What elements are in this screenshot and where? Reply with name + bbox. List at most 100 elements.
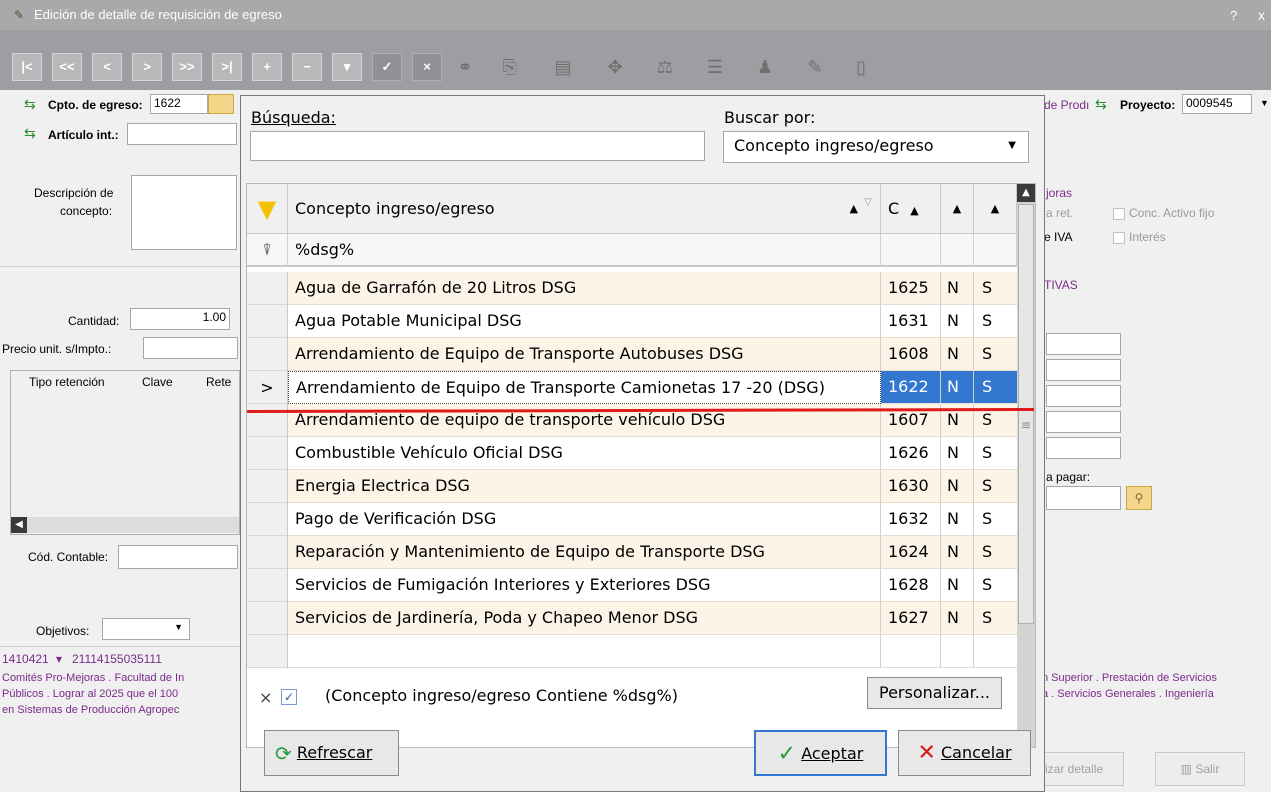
col-header-concepto[interactable]: Concepto ingreso/egreso ▲ ▽ — [288, 184, 881, 234]
proyecto-chevron-icon[interactable]: ▼ — [1260, 98, 1269, 108]
cell-n[interactable]: N — [941, 305, 974, 338]
cell-concepto[interactable] — [288, 635, 881, 668]
cell-s[interactable]: S — [974, 371, 1017, 404]
right-input-3[interactable] — [1046, 385, 1121, 407]
right-input-5[interactable] — [1046, 437, 1121, 459]
col-header-n[interactable]: ▲ — [941, 184, 974, 234]
cancelar-button[interactable]: ✕ Cancelar — [898, 730, 1031, 776]
filter-icon[interactable]: ▼ — [247, 184, 288, 234]
right-input-2[interactable] — [1046, 359, 1121, 381]
personalizar-button[interactable]: Personalizar... — [867, 677, 1002, 709]
next-page-button[interactable]: >> — [172, 53, 202, 81]
salir-button[interactable]: ▥ Salir — [1155, 752, 1245, 786]
close-button[interactable]: x — [1258, 7, 1265, 23]
concepto-lookup-icon[interactable] — [208, 94, 234, 114]
row-selector[interactable] — [247, 272, 288, 305]
row-selector[interactable] — [247, 635, 288, 668]
cell-concepto[interactable]: Agua de Garrafón de 20 Litros DSG — [288, 272, 881, 305]
cantidad-input[interactable]: 1.00 — [130, 308, 230, 330]
scroll-left-icon[interactable]: ◀ — [11, 517, 27, 533]
filter-row-n[interactable] — [941, 234, 974, 267]
row-selector[interactable]: > — [247, 371, 288, 404]
clear-filter-icon[interactable]: × — [259, 688, 272, 707]
table-row[interactable]: Servicios de Jardinería, Poda y Chapeo M… — [247, 602, 1017, 635]
cell-n[interactable]: N — [941, 503, 974, 536]
retenciones-grid[interactable]: Tipo retención Clave Rete ◀ — [10, 370, 240, 535]
row-selector[interactable] — [247, 536, 288, 569]
cell-s[interactable]: S — [974, 602, 1017, 635]
table-row[interactable]: Reparación y Mantenimiento de Equipo de … — [247, 536, 1017, 569]
articulo-input[interactable] — [127, 123, 237, 145]
cod-contable-input[interactable] — [118, 545, 238, 569]
grid-scrollbar[interactable]: ▲ ≡ — [1017, 184, 1035, 747]
cell-n[interactable]: N — [941, 272, 974, 305]
ret-scrollbar[interactable]: ◀ — [11, 517, 239, 533]
table-row[interactable]: Agua Potable Municipal DSG 1631 N S — [247, 305, 1017, 338]
a-pagar-input[interactable] — [1046, 486, 1121, 510]
cell-s[interactable] — [974, 635, 1017, 668]
row-selector[interactable] — [247, 602, 288, 635]
filter-enabled-checkbox[interactable]: ✓ — [281, 689, 297, 705]
cell-clave[interactable]: 1631 — [881, 305, 941, 338]
cell-n[interactable]: N — [941, 338, 974, 371]
table-row[interactable]: Servicios de Fumigación Interiores y Ext… — [247, 569, 1017, 602]
objetivos-select[interactable]: ▼ — [102, 618, 190, 640]
buscar-por-select[interactable]: Concepto ingreso/egreso ▼ — [723, 131, 1029, 163]
add-button[interactable]: + — [252, 53, 282, 81]
cell-n[interactable]: N — [941, 437, 974, 470]
table-row-partial[interactable] — [247, 635, 1017, 668]
row-selector[interactable] — [247, 305, 288, 338]
cell-concepto[interactable]: Servicios de Jardinería, Poda y Chapeo M… — [288, 602, 881, 635]
proyecto-input[interactable]: 0009545 — [1182, 94, 1252, 114]
cell-concepto[interactable]: Reparación y Mantenimiento de Equipo de … — [288, 536, 881, 569]
cell-concepto[interactable]: Pago de Verificación DSG — [288, 503, 881, 536]
cell-clave[interactable]: 1630 — [881, 470, 941, 503]
cell-n[interactable] — [941, 635, 974, 668]
cell-n[interactable]: N — [941, 536, 974, 569]
cell-clave[interactable]: 1632 — [881, 503, 941, 536]
link-icon[interactable]: ⚭ — [450, 52, 480, 82]
scroll-thumb[interactable]: ≡ — [1018, 204, 1034, 624]
aceptar-button[interactable]: ✓ Aceptar — [754, 730, 887, 776]
edit-button[interactable]: ▾ — [332, 53, 362, 81]
cell-s[interactable]: S — [974, 536, 1017, 569]
form-icon[interactable]: ▤ — [548, 52, 578, 82]
cell-concepto[interactable]: Arrendamiento de Equipo de Transporte Ca… — [288, 371, 881, 404]
cell-s[interactable]: S — [974, 437, 1017, 470]
prev-record-button[interactable]: < — [92, 53, 122, 81]
table-row[interactable]: Energia Electrica DSG 1630 N S — [247, 470, 1017, 503]
cell-n[interactable]: N — [941, 569, 974, 602]
cell-n[interactable]: N — [941, 371, 974, 404]
col-header-c[interactable]: C ▲ — [881, 184, 941, 234]
descripcion-input[interactable] — [131, 175, 237, 250]
row-selector[interactable] — [247, 569, 288, 602]
cell-clave[interactable]: 1608 — [881, 338, 941, 371]
cell-concepto[interactable]: Servicios de Fumigación Interiores y Ext… — [288, 569, 881, 602]
interes-checkbox[interactable]: Interés — [1113, 230, 1166, 244]
scroll-up-icon[interactable]: ▲ — [1017, 184, 1035, 202]
cell-n[interactable]: N — [941, 470, 974, 503]
cell-s[interactable]: S — [974, 503, 1017, 536]
filter-row-c[interactable] — [881, 234, 941, 267]
row-selector[interactable] — [247, 437, 288, 470]
cell-concepto[interactable]: Combustible Vehículo Oficial DSG — [288, 437, 881, 470]
stack-icon[interactable]: ☰ — [700, 52, 730, 82]
row-selector[interactable] — [247, 470, 288, 503]
cell-clave[interactable]: 1627 — [881, 602, 941, 635]
cell-concepto[interactable]: Energia Electrica DSG — [288, 470, 881, 503]
col-header-s[interactable]: ▲ — [974, 184, 1017, 234]
conc-activo-checkbox[interactable]: Conc. Activo fijo — [1113, 206, 1214, 220]
document-icon[interactable]: ▯ — [846, 52, 876, 82]
first-record-button[interactable]: |< — [12, 53, 42, 81]
confirm-button[interactable]: ✓ — [372, 53, 402, 81]
right-input-1[interactable] — [1046, 333, 1121, 355]
user-icon[interactable]: ♟ — [750, 52, 780, 82]
cell-concepto[interactable]: Arrendamiento de Equipo de Transporte Au… — [288, 338, 881, 371]
results-grid[interactable]: ▼ Concepto ingreso/egreso ▲ ▽ C ▲ ▲ ▲ ⍒ … — [246, 183, 1036, 748]
table-row[interactable]: Arrendamiento de Equipo de Transporte Au… — [247, 338, 1017, 371]
cuenta-dropdown-icon[interactable]: ▾ — [56, 652, 62, 666]
cell-clave[interactable]: 1626 — [881, 437, 941, 470]
right-input-4[interactable] — [1046, 411, 1121, 433]
cell-s[interactable]: S — [974, 305, 1017, 338]
last-record-button[interactable]: >| — [212, 53, 242, 81]
